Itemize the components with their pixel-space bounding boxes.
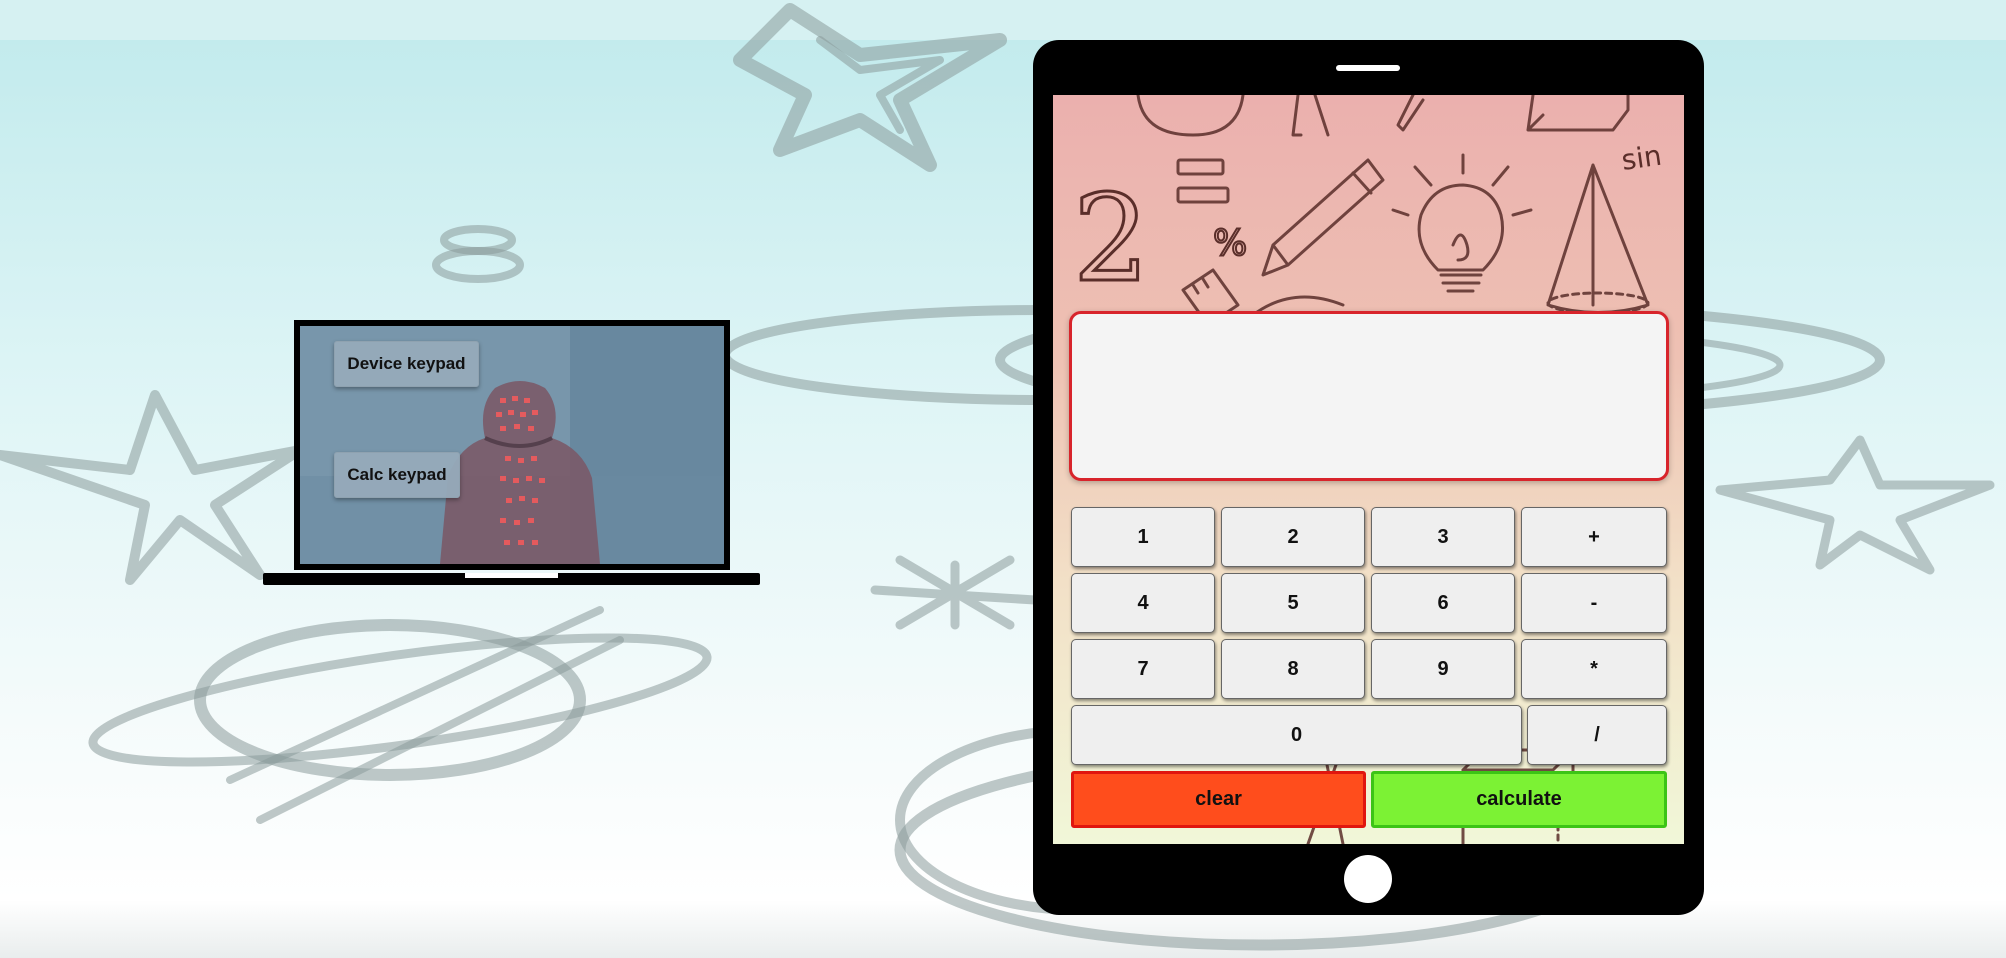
doodle-star-top <box>733 3 1007 172</box>
doodle-pencil-small <box>1396 95 1425 132</box>
calc-keypad-button[interactable]: Calc keypad <box>334 452 460 498</box>
doodle-star-right <box>1715 435 1995 575</box>
doodle-bulb <box>1417 183 1504 272</box>
laptop-notch <box>465 573 558 578</box>
key-6[interactable]: 6 <box>1371 573 1515 633</box>
key-8[interactable]: 8 <box>1221 639 1365 699</box>
doodle-equals-top <box>1176 158 1225 176</box>
doodle-circle-top <box>1136 95 1245 137</box>
doodle-cube <box>1526 95 1630 132</box>
device-keypad-button[interactable]: Device keypad <box>334 341 479 387</box>
key-5[interactable]: 5 <box>1221 573 1365 633</box>
doodle-cone <box>1546 163 1650 314</box>
key-divide[interactable]: / <box>1527 705 1667 765</box>
key-minus[interactable]: - <box>1521 573 1667 633</box>
doodle-loop-small-b <box>432 247 524 283</box>
key-0[interactable]: 0 <box>1071 705 1522 765</box>
key-multiply[interactable]: * <box>1521 639 1667 699</box>
key-1[interactable]: 1 <box>1071 507 1215 567</box>
key-9[interactable]: 9 <box>1371 639 1515 699</box>
key-plus[interactable]: + <box>1521 507 1667 567</box>
key-2[interactable]: 2 <box>1221 507 1365 567</box>
calculator-display[interactable] <box>1069 311 1669 481</box>
key-4[interactable]: 4 <box>1071 573 1215 633</box>
doodle-star-left <box>0 390 305 585</box>
doodle-sin: sin <box>1619 139 1663 177</box>
doodle-equals-bottom <box>1176 186 1230 204</box>
calculate-button[interactable]: calculate <box>1371 771 1667 828</box>
clear-button[interactable]: clear <box>1071 771 1366 828</box>
doodle-two: 2 <box>1073 170 1149 309</box>
tablet-speaker <box>1336 65 1400 71</box>
tablet-home-button[interactable] <box>1344 855 1392 903</box>
key-3[interactable]: 3 <box>1371 507 1515 567</box>
doodle-pencil <box>1261 158 1385 277</box>
doodle-asterisk <box>870 555 1040 630</box>
doodle-compass <box>1291 95 1330 137</box>
key-7[interactable]: 7 <box>1071 639 1215 699</box>
doodle-percent: % <box>1213 223 1247 264</box>
